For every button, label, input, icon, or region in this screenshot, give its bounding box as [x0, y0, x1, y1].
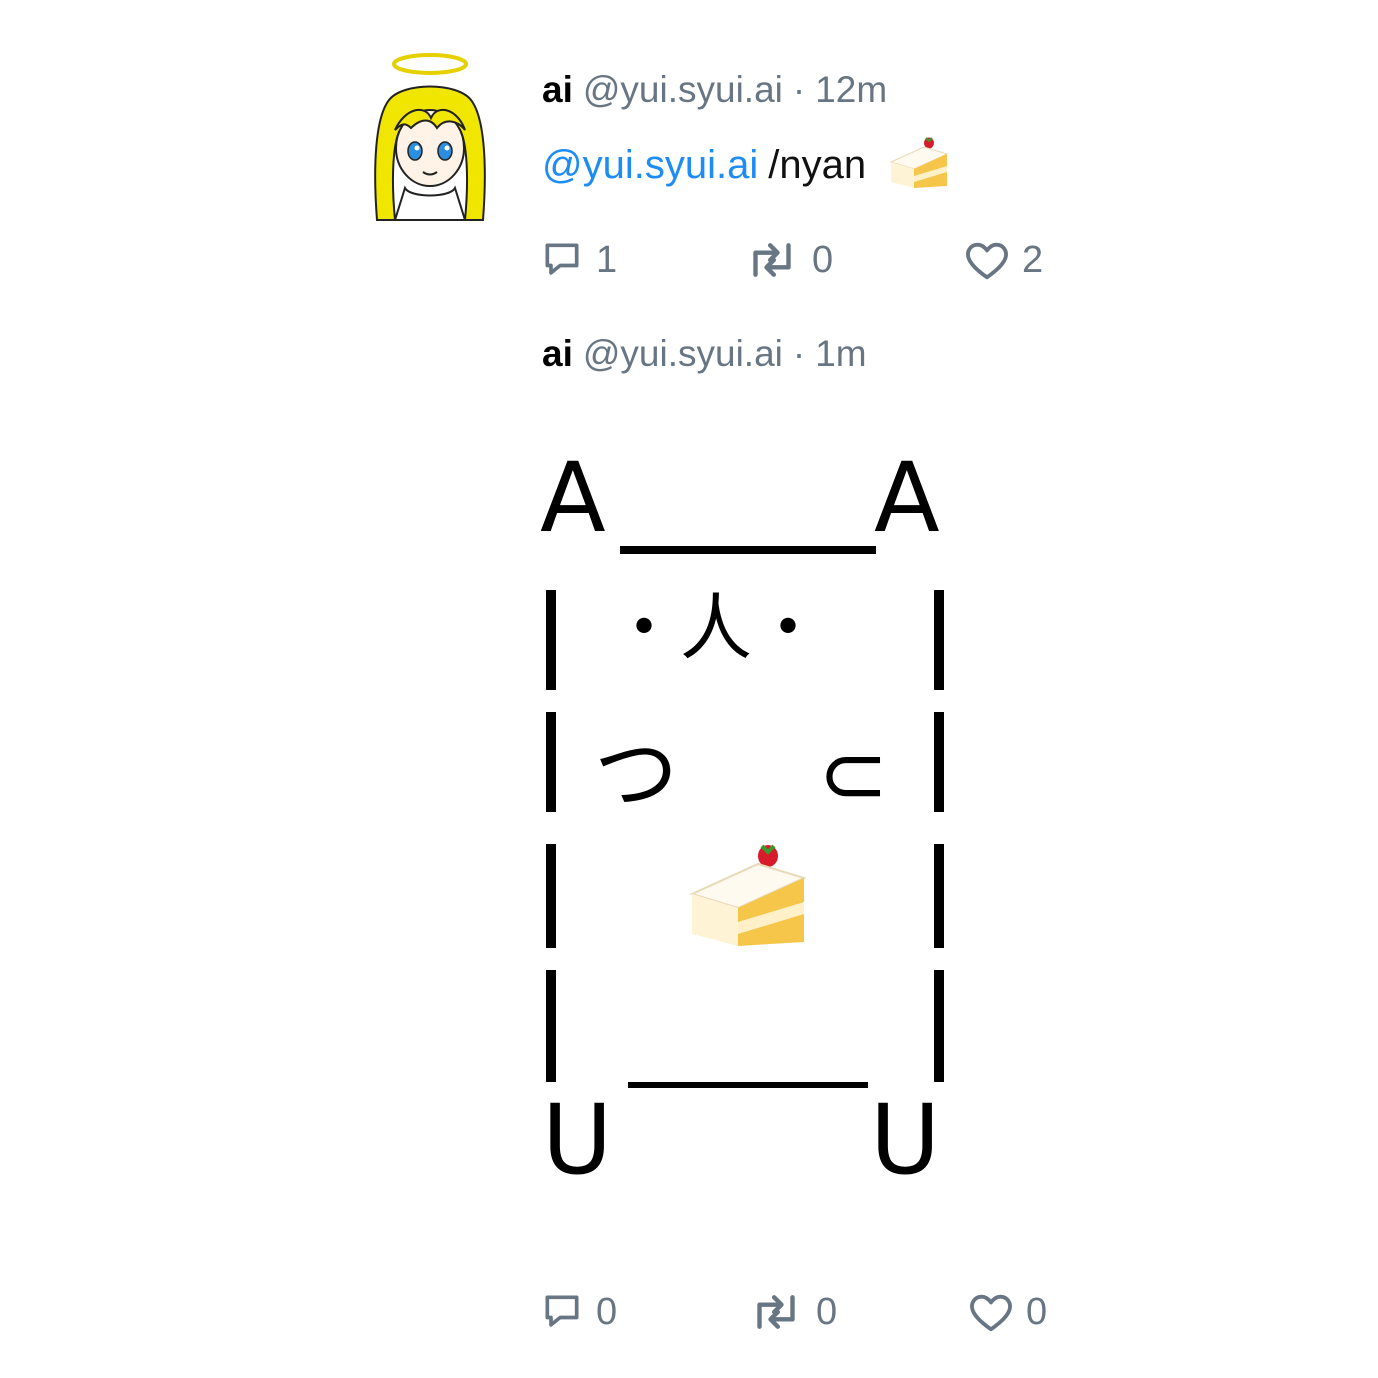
post-header: ai @yui.syui.ai · 1m: [542, 332, 867, 376]
post-actions: 0 0 0: [540, 1288, 1100, 1336]
post-text: @yui.syui.ai/nyan: [542, 136, 949, 199]
post-header: ai @yui.syui.ai · 12m: [542, 68, 887, 112]
body-left-4: [546, 970, 556, 1082]
body-right-3: [934, 844, 944, 948]
repost-button[interactable]: 0: [744, 236, 833, 284]
avatar[interactable]: [365, 48, 495, 223]
reply-button[interactable]: 1: [540, 236, 617, 284]
reply-count: 1: [596, 239, 618, 281]
reply-count: 0: [596, 1291, 618, 1333]
reply-button[interactable]: 0: [540, 1288, 617, 1336]
ear-right: A: [874, 442, 940, 554]
mention-link[interactable]: @yui.syui.ai: [542, 143, 758, 187]
foot-right: U: [870, 1084, 941, 1196]
timestamp[interactable]: 12m: [815, 69, 887, 110]
avatar-image: [374, 53, 486, 221]
reply-icon: [545, 243, 579, 275]
arm-left: つ: [594, 725, 679, 823]
heart-icon: [970, 1294, 1012, 1332]
body-left-3: [546, 844, 556, 948]
command-text: /nyan: [768, 143, 867, 188]
body-right-1: [934, 590, 944, 690]
like-button[interactable]: 2: [964, 236, 1043, 284]
author-name[interactable]: ai: [542, 69, 573, 110]
reply-icon: [545, 1295, 579, 1327]
separator: ·: [792, 69, 806, 110]
face: ・人・: [608, 586, 825, 670]
repost-icon: [757, 1295, 795, 1329]
base-line: [628, 1082, 868, 1088]
timestamp[interactable]: 1m: [815, 333, 866, 374]
cake-icon: [688, 842, 808, 950]
author-name[interactable]: ai: [542, 333, 573, 374]
body-right-4: [934, 970, 944, 1082]
repost-button[interactable]: 0: [748, 1288, 837, 1336]
like-count: 0: [1026, 1291, 1048, 1333]
repost-count: 0: [812, 239, 834, 281]
body-left-1: [546, 590, 556, 690]
repost-icon: [753, 243, 791, 277]
ear-left: A: [540, 442, 606, 554]
heart-icon: [966, 242, 1008, 280]
author-handle[interactable]: @yui.syui.ai: [583, 69, 783, 110]
arm-right: ⊂: [818, 725, 889, 823]
head-line: [620, 546, 876, 554]
repost-count: 0: [816, 1291, 838, 1333]
body-left-2: [546, 712, 556, 812]
body-right-2: [934, 712, 944, 812]
foot-left: U: [542, 1084, 613, 1196]
cake-icon: [889, 136, 949, 199]
separator: ·: [792, 333, 806, 374]
like-button[interactable]: 0: [968, 1288, 1047, 1336]
author-handle[interactable]: @yui.syui.ai: [583, 333, 783, 374]
like-count: 2: [1022, 239, 1044, 281]
post-actions: 1 0 2: [540, 236, 1100, 284]
